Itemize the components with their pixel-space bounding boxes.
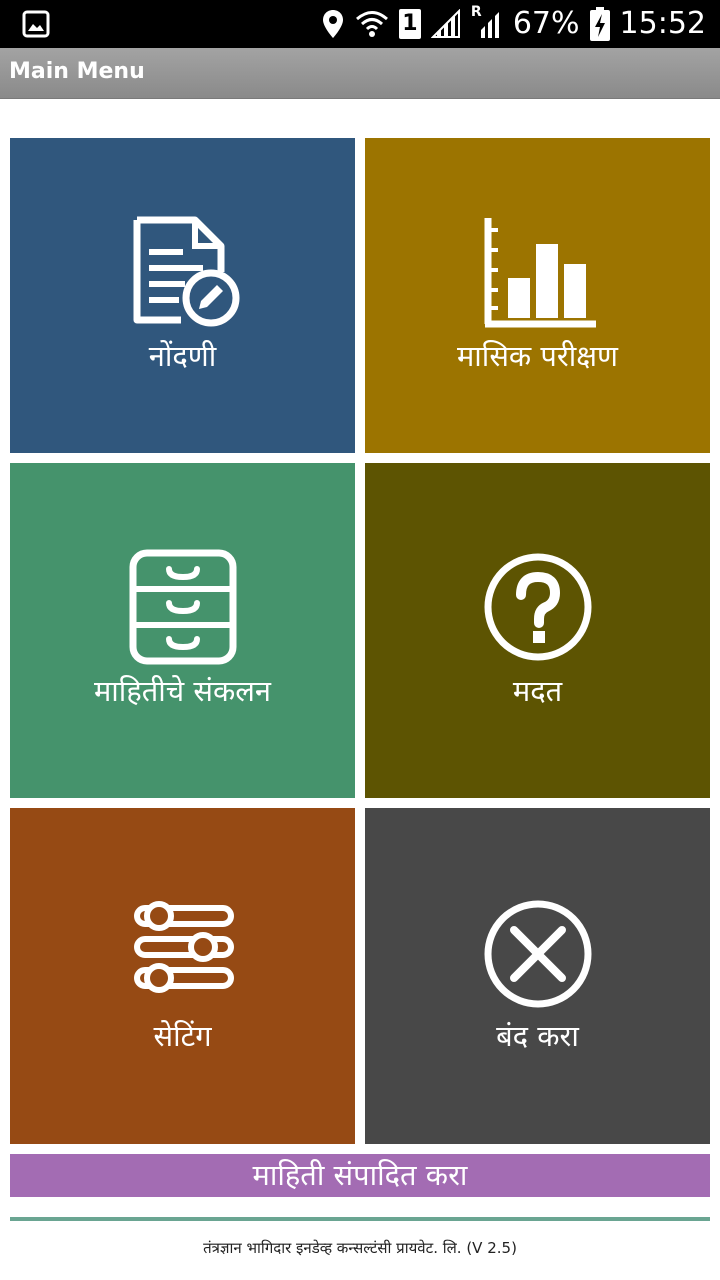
file-cabinet-icon (129, 549, 236, 665)
document-edit-icon (133, 216, 239, 327)
location-icon (322, 10, 343, 38)
edit-data-button[interactable]: माहिती संपादित करा (10, 1154, 710, 1197)
app-bar: Main Menu (0, 48, 720, 99)
sim-slot-number: 1 (402, 11, 418, 36)
battery-percent: 67% (512, 6, 580, 41)
tile-label: सेटिंग (153, 1019, 212, 1053)
roaming-signal-icon (480, 12, 499, 38)
roaming-signal: R (471, 4, 503, 40)
tile-label: माहितीचे संकलन (93, 674, 272, 708)
tile-label: मदत (512, 674, 563, 708)
divider (10, 1217, 710, 1221)
wifi-icon (355, 11, 388, 37)
status-bar: 1 R 67% 15:52 (0, 0, 720, 48)
sliders-icon (133, 901, 234, 993)
tile-help[interactable]: मदत (365, 463, 710, 798)
help-icon (484, 553, 591, 661)
gallery-notification-icon (22, 10, 50, 38)
tile-data-collection[interactable]: माहितीचे संकलन (10, 463, 355, 798)
sim-slot-badge: 1 (398, 9, 421, 39)
clock: 15:52 (619, 6, 706, 41)
tile-settings[interactable]: सेटिंग (10, 808, 355, 1144)
tile-registration[interactable]: नोंदणी (10, 138, 355, 453)
battery-charging-icon (589, 7, 610, 41)
tile-label: मासिक परीक्षण (456, 339, 619, 373)
tile-label: नोंदणी (148, 339, 217, 373)
tile-monthly-review[interactable]: मासिक परीक्षण (365, 138, 710, 453)
footer-credits: तंत्रज्ञान भागिदार इनडेव्ह कन्सल्टंसी प्… (203, 1239, 517, 1257)
signal-strength-icon (430, 9, 460, 38)
tile-close[interactable]: बंद करा (365, 808, 710, 1144)
bar-chart-icon (484, 218, 596, 328)
tile-label: बंद करा (496, 1019, 579, 1053)
page-title: Main Menu (9, 59, 145, 84)
close-icon (484, 900, 591, 1008)
